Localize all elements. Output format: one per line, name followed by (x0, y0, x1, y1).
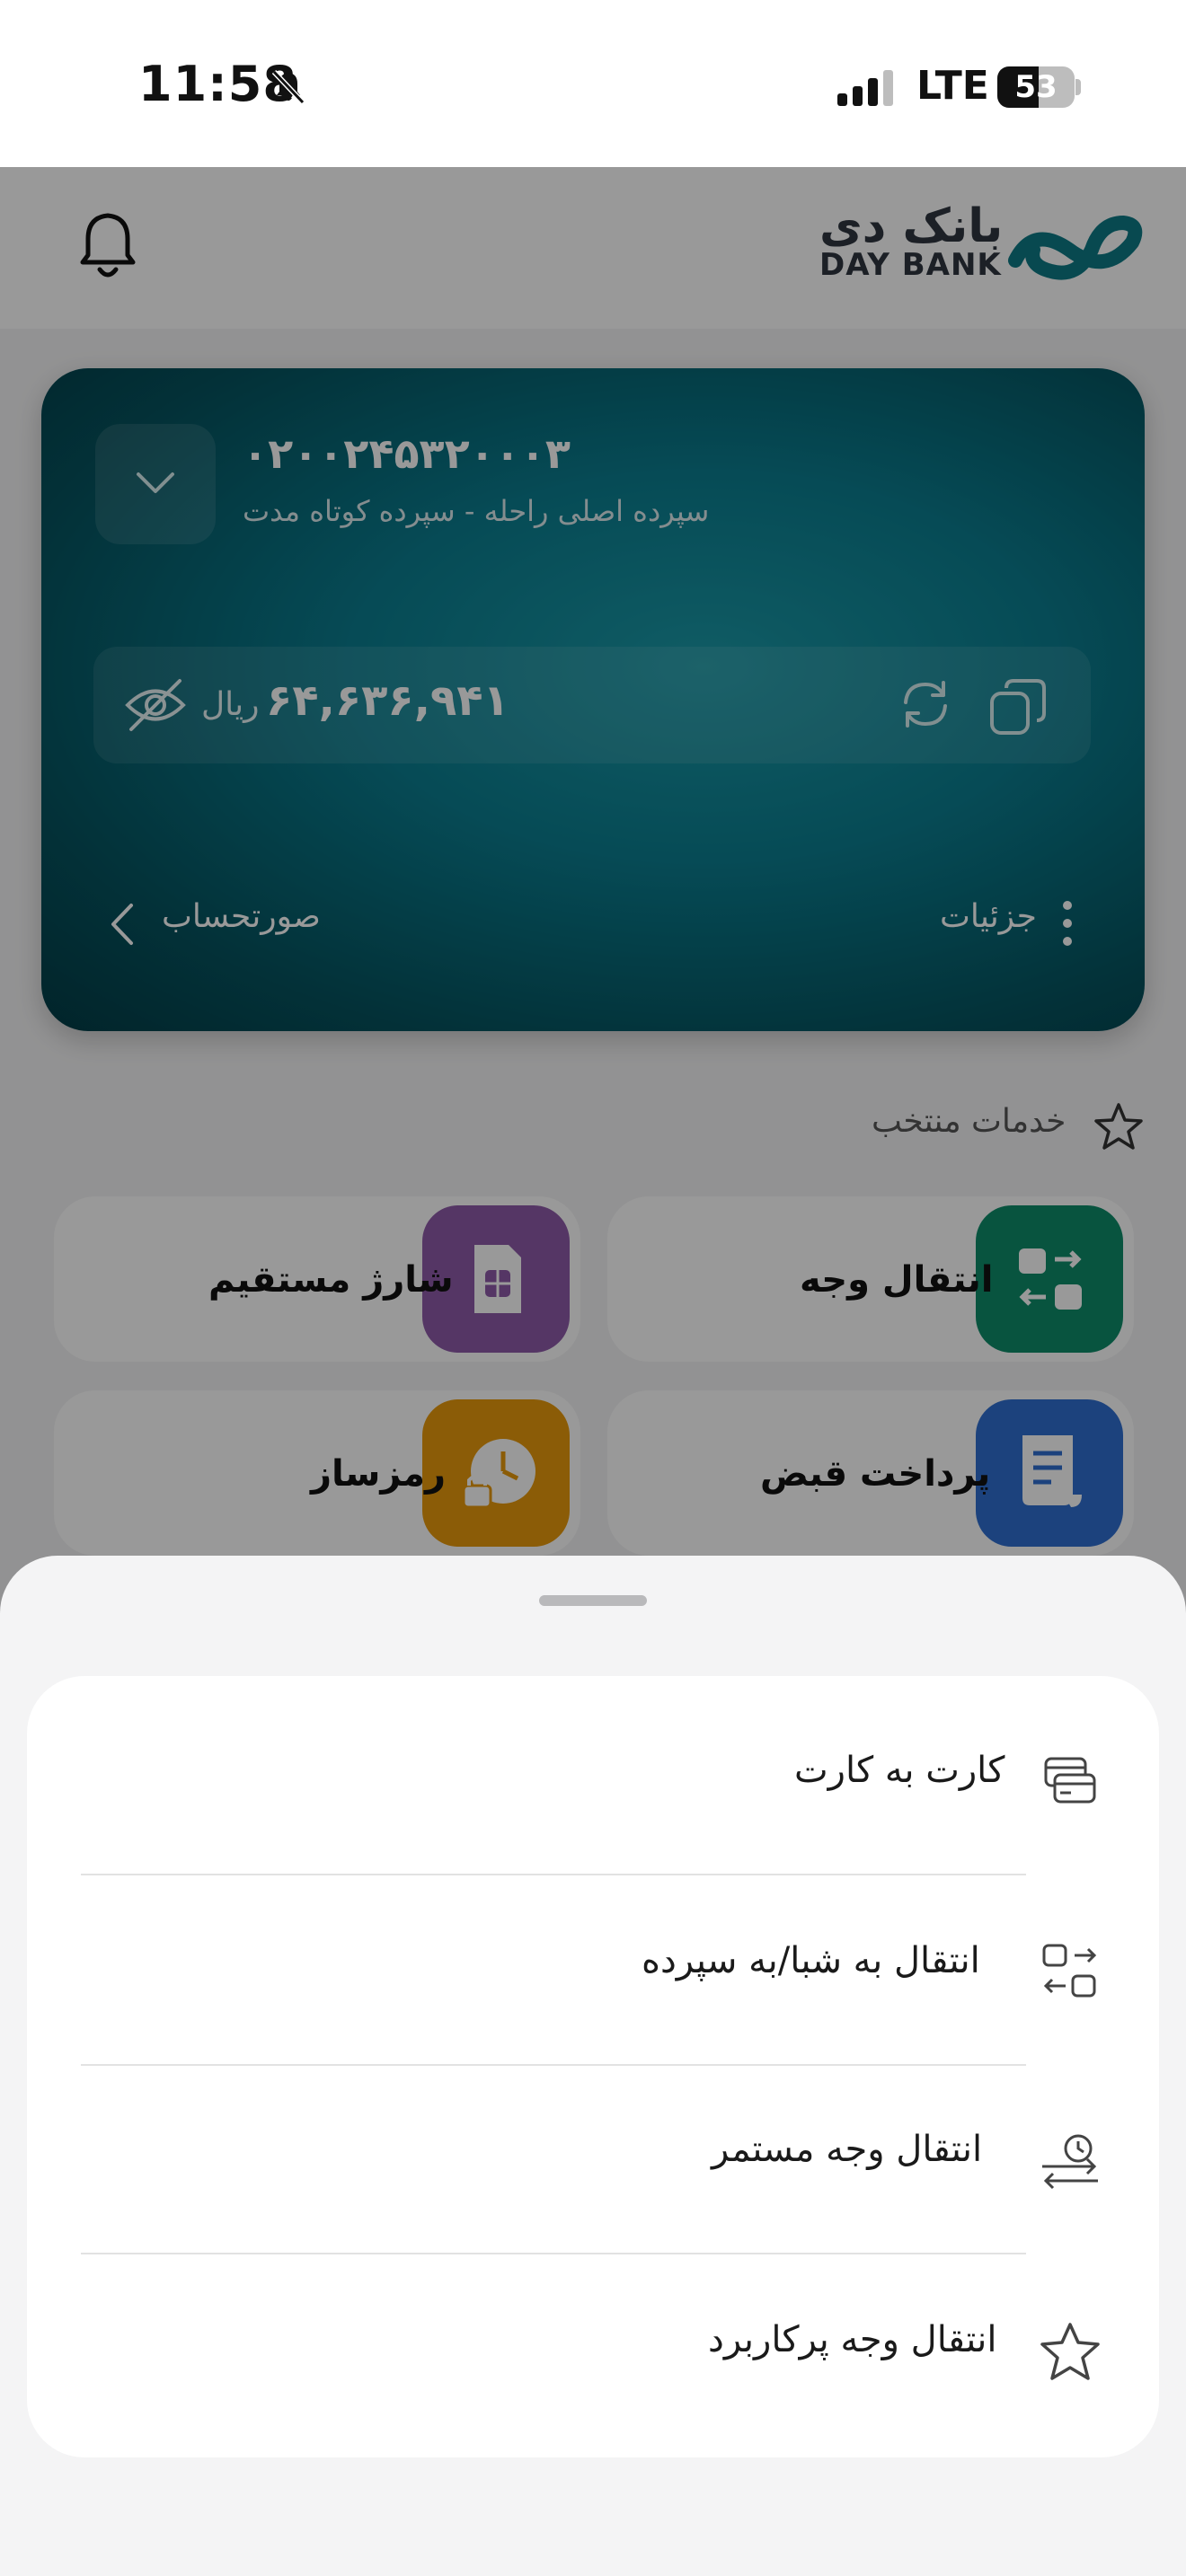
recurring-transfer-icon (1039, 2130, 1102, 2193)
card-to-card-icon (1040, 1751, 1100, 1811)
network-label: LTE (916, 63, 989, 109)
option-label: انتقال وجه پرکاربرد (708, 2319, 997, 2360)
option-label: انتقال به شبا/به سپرده (642, 1940, 980, 1981)
home-indicator-area (0, 2483, 1186, 2576)
battery-level: 53 (1014, 69, 1058, 105)
bell-slash-icon (266, 65, 311, 110)
battery-icon: 53 (997, 66, 1075, 108)
option-label: کارت به کارت (794, 1750, 1005, 1791)
star-icon (1039, 2321, 1102, 2384)
signal-icon (836, 68, 897, 108)
option-label: انتقال وجه مستمر (712, 2129, 983, 2170)
battery-nub (1075, 79, 1081, 95)
sheet-drag-handle[interactable] (539, 1595, 647, 1606)
shaba-transfer-icon (1040, 1942, 1100, 2001)
